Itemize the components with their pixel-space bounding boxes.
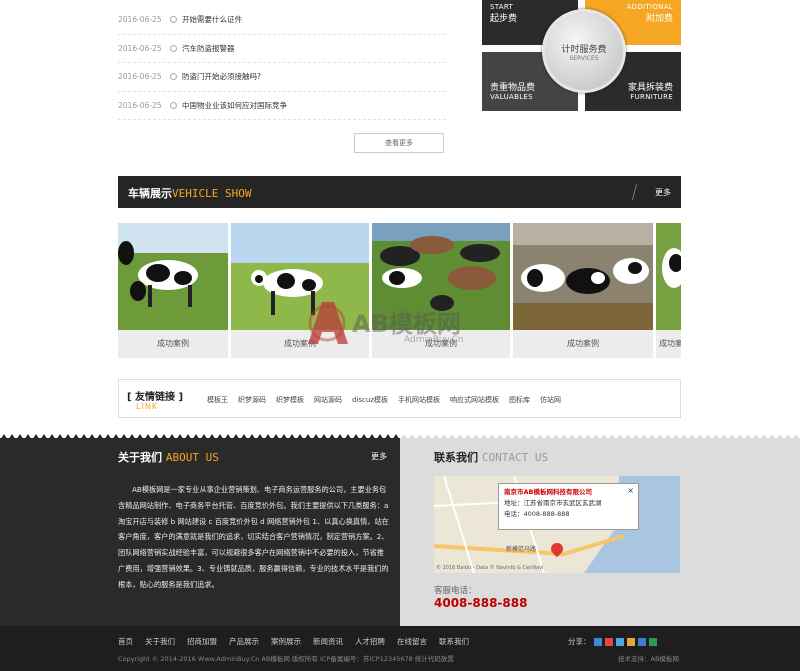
friend-link[interactable]: 手机网站模板 [398,395,440,405]
vehicle-more-link[interactable]: 更多 [655,187,671,198]
share-renren-icon[interactable] [626,637,635,646]
friend-link[interactable]: 响应式网站模板 [450,395,499,405]
footer-nav-item[interactable]: 案例展示 [271,636,301,647]
friend-link[interactable]: 网站源码 [314,395,342,405]
map[interactable]: 新模范马路 © 2016 Baidu - Data © NavInfo & Ce… [434,476,680,573]
tel-label: 客服电话： [434,586,477,596]
gallery-image[interactable] [656,223,681,330]
hourly-service-en: SERVICES [569,55,599,62]
news-item[interactable]: 2016-06-25 汽车防盗报警器 [118,35,446,63]
about-more-link[interactable]: 更多 [371,451,387,462]
furniture-fee-en: FURNITURE [630,93,673,101]
footer-nav-item[interactable]: 人才招聘 [355,636,385,647]
contact-title-cn: 联系我们 [434,451,478,464]
popup-company: 南京市AB模板网科技有限公司 [504,488,592,496]
watermark-url: AdminBuy.Cn [404,335,463,345]
footer-nav-item[interactable]: 招商加盟 [187,636,217,647]
news-item[interactable]: 2016-06-25 防盗门开始必须接触吗? [118,63,446,92]
share-douban-icon[interactable] [637,637,646,646]
contact-title: 联系我们 CONTACT US [434,449,548,465]
bullet-icon [170,16,177,24]
share-tqq-icon[interactable] [615,637,624,646]
friend-link[interactable]: 织梦源码 [238,395,266,405]
share-bar: 分享： [568,636,657,647]
popup-address: 地址：江苏省南京市玄武区玄武湖 [504,499,602,507]
news-title[interactable]: 汽车防盗报警器 [182,43,235,54]
friend-links: [ 友情链接 ] LINK 模板王 织梦源码 织梦模板 网站源码 discuz模… [118,379,681,418]
close-icon[interactable]: × [627,485,634,496]
share-wechat-icon[interactable] [648,637,657,646]
contact-section: 联系我们 CONTACT US 新模范马路 © 2016 Baidu - Dat… [400,438,800,626]
friend-link[interactable]: 图标库 [509,395,530,405]
gallery-item[interactable]: 成功案例 [513,223,653,358]
bullet-icon [170,44,177,52]
hourly-service-badge[interactable]: 计时服务费 SERVICES [542,9,626,93]
footer-nav-item[interactable]: 产品展示 [229,636,259,647]
additional-fee-en: ADDITIONAL [626,3,673,11]
footer-nav-item[interactable]: 联系我们 [439,636,469,647]
divider [631,184,638,200]
news-more-button[interactable]: 查看更多 [354,133,444,153]
news-title[interactable]: 中国物业业该如何应对国际竞争 [182,100,287,111]
watermark-brand: AB模板网 [352,310,461,338]
footer-nav-item[interactable]: 在线留言 [397,636,427,647]
map-info-popup[interactable]: 南京市AB模板网科技有限公司 地址：江苏省南京市玄武区玄武湖 电话：4008-8… [498,483,639,530]
footer-nav-item[interactable]: 首页 [118,636,133,647]
tel-number: 4008-888-888 [434,596,528,610]
bullet-icon [170,101,177,109]
links-title: [ 友情链接 ] [127,392,184,403]
gallery-caption[interactable]: 成功案例 [118,330,228,358]
share-label: 分享： [568,637,591,646]
contact-title-en: CONTACT US [481,451,549,464]
news-list: 2016-06-25 开始需要什么证件 2016-06-25 汽车防盗报警器 2… [118,6,446,120]
friend-link[interactable]: 织梦模板 [276,395,304,405]
about-section: 关于我们 ABOUT US 更多 AB模板网是一家专业从事企业营销策划、电子商务… [0,438,400,626]
friend-link[interactable]: 模板王 [207,395,228,405]
news-date: 2016-06-25 [118,72,162,82]
share-qzone-icon[interactable] [593,637,602,646]
gallery-caption[interactable]: 成功案例 [513,330,653,358]
news-date: 2016-06-25 [118,100,162,110]
bullet-icon [170,73,177,81]
gallery-item[interactable]: 成功案例 [656,223,681,358]
share-weibo-icon[interactable] [604,637,613,646]
about-title-cn: 关于我们 [118,451,162,464]
start-fee-en: START [490,3,514,11]
about-title: 关于我们 ABOUT US [118,449,219,465]
tech-support: 技术支持：AB模板网 [618,655,679,663]
news-title[interactable]: 防盗门开始必须接触吗? [182,71,261,82]
news-title[interactable]: 开始需要什么证件 [182,14,242,25]
service-fees-panel: START 起步费 ADDITIONAL 附加费 贵重物品费 VALUABLES… [482,0,681,111]
section-title-cn: 车辆展示 [128,187,172,200]
links-title-en: LINK [136,402,159,411]
about-title-en: ABOUT US [165,451,219,464]
gallery-image[interactable] [513,223,653,330]
news-item[interactable]: 2016-06-25 开始需要什么证件 [118,6,446,35]
friend-link[interactable]: discuz模板 [352,395,388,405]
gallery-item[interactable]: 成功案例 [118,223,228,358]
news-date: 2016-06-25 [118,15,162,25]
valuables-fee-en: VALUABLES [490,93,533,101]
footer-nav: 首页 关于我们 招商加盟 产品展示 案例展示 新闻资讯 人才招聘 在线留言 联系… [118,636,469,647]
footer-nav-item[interactable]: 关于我们 [145,636,175,647]
vehicle-show-header: 车辆展示VEHICLE SHOW 更多 [118,176,681,208]
news-item[interactable]: 2016-06-25 中国物业业该如何应对国际竞争 [118,92,446,120]
popup-phone: 电话：4008-888-888 [504,510,570,518]
links-list: 模板王 织梦源码 织梦模板 网站源码 discuz模板 手机网站模板 响应式网站… [207,395,561,405]
gallery-caption[interactable]: 成功案例 [656,330,681,358]
hourly-service-cn: 计时服务费 [561,45,607,55]
news-date: 2016-06-25 [118,43,162,53]
section-title: 车辆展示VEHICLE SHOW [128,185,251,201]
section-title-en: VEHICLE SHOW [172,187,252,200]
footer: 首页 关于我们 招商加盟 产品展示 案例展示 新闻资讯 人才招聘 在线留言 联系… [0,626,800,671]
gallery-image[interactable] [118,223,228,330]
map-marker-icon[interactable] [551,543,563,557]
watermark-logo: AB模板网 AdminBuy.Cn [304,298,504,360]
footer-nav-item[interactable]: 新闻资讯 [313,636,343,647]
about-body: AB模板网是一家专业从事企业营销策划、电子商务运营服务的公司，主要业务包含精品网… [118,485,389,589]
map-copyright: © 2016 Baidu - Data © NavInfo & CenNavi [436,564,543,571]
map-road-label: 新模范马路 [506,545,536,553]
friend-link[interactable]: 仿站网 [540,395,561,405]
copyright: Copyright © 2014-2016 Www.AdminBuy.Cn AB… [118,655,454,663]
